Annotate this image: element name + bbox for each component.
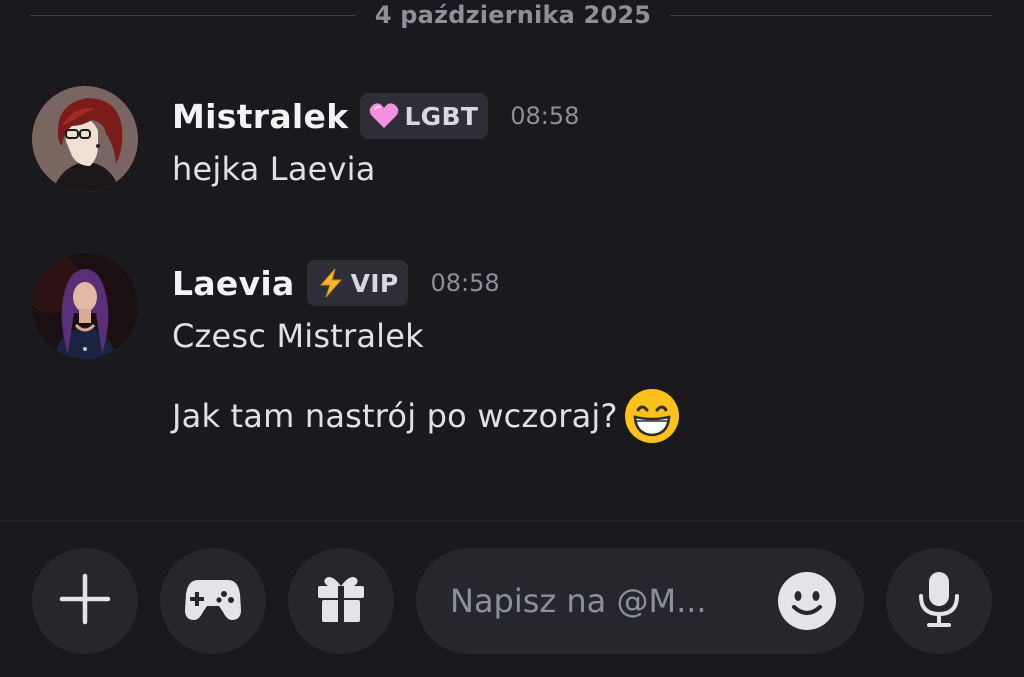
pink-heart-icon <box>368 100 400 132</box>
badge-label: VIP <box>350 268 399 298</box>
gamepad-icon <box>184 576 242 626</box>
message-text-row: Jak tam nastrój po wczoraj? <box>172 388 680 444</box>
message-text: hejka Laevia <box>172 150 376 188</box>
gift-icon <box>314 572 368 630</box>
divider-line-right <box>670 15 992 16</box>
gift-button[interactable] <box>288 548 394 654</box>
date-label: 4 października 2025 <box>374 1 652 29</box>
message-input[interactable] <box>450 575 750 627</box>
message-header: Mistralek LGBT 08:58 <box>172 90 579 142</box>
role-badge[interactable]: VIP <box>306 260 409 306</box>
composer-bar <box>0 522 1024 677</box>
message-text: Jak tam nastrój po wczoraj? <box>172 397 618 435</box>
divider-line-left <box>30 15 356 16</box>
date-divider: 4 października 2025 <box>30 0 992 32</box>
badge-label: LGBT <box>404 101 479 131</box>
plus-icon <box>58 572 112 630</box>
avatar[interactable] <box>32 253 138 359</box>
grinning-face-emoji <box>624 388 680 444</box>
microphone-icon <box>916 570 962 632</box>
add-attachment-button[interactable] <box>32 548 138 654</box>
lightning-icon <box>315 267 347 299</box>
role-badge[interactable]: LGBT <box>360 93 489 139</box>
voice-message-button[interactable] <box>886 548 992 654</box>
username[interactable]: Laevia <box>172 264 295 303</box>
message-text: Czesc Mistralek <box>172 317 424 355</box>
timestamp: 08:58 <box>510 102 580 130</box>
emoji-icon <box>778 572 836 630</box>
dm-chat-screen: 4 października 2025 Mistralek LGBT 08:58… <box>0 0 1024 677</box>
emoji-picker-button[interactable] <box>777 571 837 631</box>
message-input-container[interactable] <box>416 548 864 654</box>
avatar[interactable] <box>32 86 138 192</box>
username[interactable]: Mistralek <box>172 97 348 136</box>
message-header: Laevia VIP 08:58 <box>172 257 500 309</box>
activities-button[interactable] <box>160 548 266 654</box>
timestamp: 08:58 <box>430 269 500 297</box>
